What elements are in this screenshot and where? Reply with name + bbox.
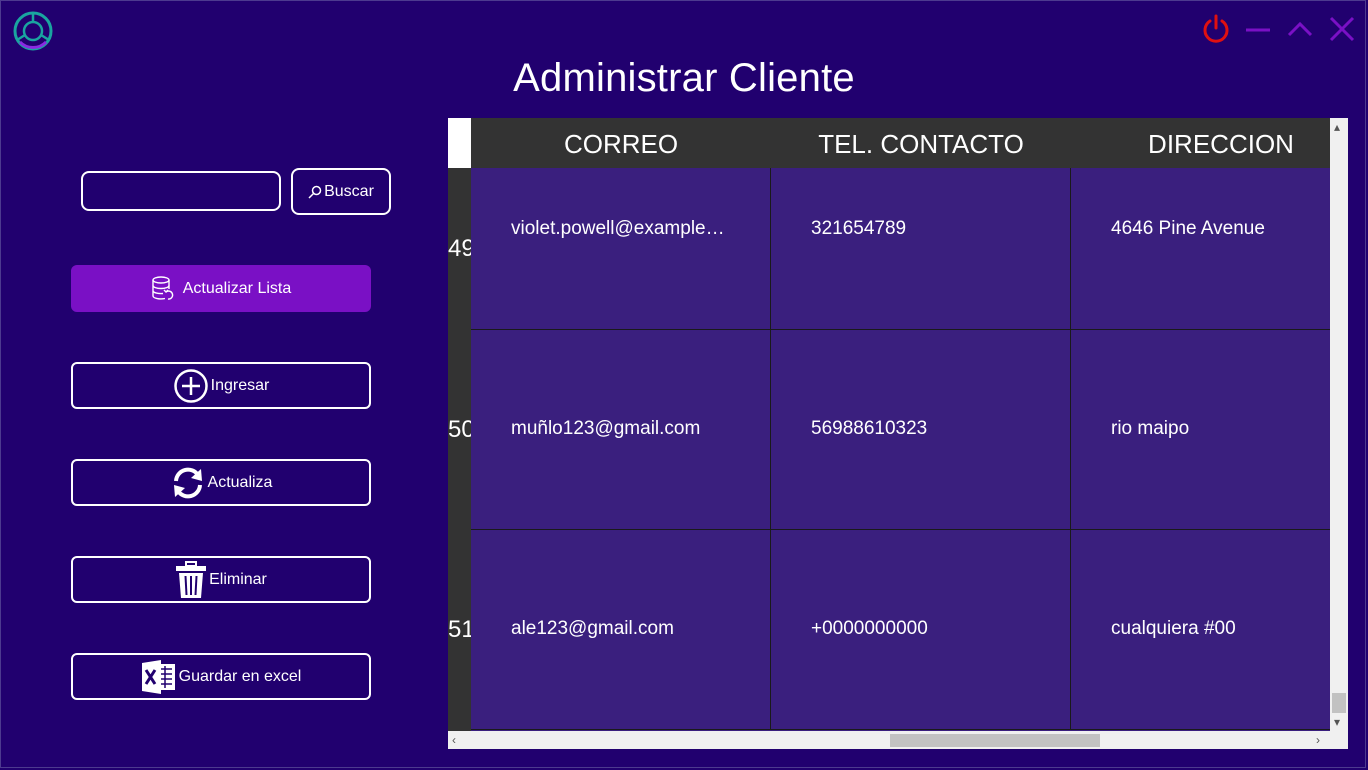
maximize-button[interactable] bbox=[1284, 12, 1316, 44]
clients-table: CORREO TEL. CONTACTO DIRECCION 49 50 51 viol… bbox=[448, 118, 1348, 749]
plus-circle-icon bbox=[173, 368, 208, 403]
refresh-list-button[interactable]: Actualizar Lista bbox=[71, 265, 371, 312]
scroll-down-icon[interactable]: ▾ bbox=[1334, 716, 1340, 728]
minimize-icon bbox=[1246, 28, 1270, 32]
row-header[interactable]: 49 bbox=[448, 235, 471, 263]
database-icon bbox=[152, 275, 174, 300]
refresh-list-label: Actualizar Lista bbox=[182, 279, 292, 297]
app-logo-icon bbox=[12, 10, 54, 52]
update-button[interactable]: Actualiza bbox=[71, 459, 371, 506]
vertical-scrollbar[interactable]: ▴ ▾ bbox=[1330, 118, 1348, 731]
excel-icon bbox=[141, 659, 175, 694]
page-title: Administrar Cliente bbox=[513, 56, 855, 100]
table-cell-text: 4646 Pine Avenue bbox=[1111, 218, 1265, 239]
sync-icon bbox=[173, 467, 202, 498]
scroll-right-icon[interactable]: › bbox=[1316, 734, 1320, 746]
table-cell-correo[interactable]: muñlo123@gmail.com bbox=[471, 330, 771, 530]
table-cell-text: cualquiera #00 bbox=[1111, 618, 1236, 639]
column-header[interactable]: DIRECCION bbox=[1071, 118, 1348, 168]
table-cell-telefono[interactable]: 321654789 bbox=[771, 168, 1071, 330]
search-input[interactable] bbox=[81, 171, 281, 211]
table-cell-text: 321654789 bbox=[811, 218, 907, 239]
save-excel-button[interactable]: Guardar en excel bbox=[71, 653, 371, 700]
table-cell-correo[interactable]: ale123@gmail.com bbox=[471, 530, 771, 730]
horizontal-scrollbar[interactable]: ‹ › bbox=[448, 731, 1330, 749]
add-button[interactable]: Ingresar bbox=[71, 362, 371, 409]
row-headers: 49 50 51 bbox=[448, 168, 471, 731]
table-cell-telefono[interactable]: 56988610323 bbox=[771, 330, 1071, 530]
table-cell-direccion[interactable]: 4646 Pine Avenue bbox=[1071, 168, 1330, 330]
add-button-label: Ingresar bbox=[210, 376, 270, 394]
column-header[interactable]: TEL. CONTACTO bbox=[771, 118, 1071, 168]
save-excel-label: Guardar en excel bbox=[178, 667, 302, 685]
delete-button[interactable]: Eliminar bbox=[71, 556, 371, 603]
close-button[interactable] bbox=[1326, 12, 1358, 44]
table-cell-text: 56988610323 bbox=[811, 418, 928, 439]
table-cell-direccion[interactable]: cualquiera #00 bbox=[1071, 530, 1330, 730]
update-button-label: Actualiza bbox=[207, 473, 273, 491]
maximize-icon bbox=[1287, 21, 1313, 37]
table-cell-direccion[interactable]: rio maipo bbox=[1071, 330, 1330, 530]
table-cell-text: muñlo123@gmail.com bbox=[511, 418, 701, 439]
delete-button-label: Eliminar bbox=[209, 570, 267, 588]
search-button[interactable]: Buscar bbox=[291, 168, 391, 215]
window-controls bbox=[1200, 12, 1358, 44]
close-icon bbox=[1329, 16, 1355, 42]
table-cell-text: rio maipo bbox=[1111, 418, 1190, 439]
search-icon bbox=[308, 185, 322, 199]
table-cell-text: ale123@gmail.com bbox=[511, 618, 674, 639]
row-header[interactable]: 50 bbox=[448, 416, 471, 444]
minimize-button[interactable] bbox=[1242, 12, 1274, 44]
scroll-corner bbox=[1330, 731, 1348, 749]
column-header[interactable]: CORREO bbox=[471, 118, 771, 168]
scroll-left-icon[interactable]: ‹ bbox=[452, 734, 456, 746]
trash-icon bbox=[176, 560, 207, 598]
table-cell-telefono[interactable]: +0000000000 bbox=[771, 530, 1071, 730]
table-cell-correo[interactable]: violet.powell@example.com bbox=[471, 168, 771, 330]
scroll-up-icon[interactable]: ▴ bbox=[1334, 121, 1340, 133]
table-header: CORREO TEL. CONTACTO DIRECCION bbox=[471, 118, 1330, 168]
table-corner bbox=[448, 118, 471, 168]
horizontal-scroll-thumb[interactable] bbox=[890, 734, 1100, 747]
power-button[interactable] bbox=[1200, 12, 1232, 44]
table-cell-text: +0000000000 bbox=[811, 618, 928, 639]
power-icon bbox=[1203, 14, 1229, 43]
table-body: violet.powell@example.com 321654789 4646 P… bbox=[471, 168, 1330, 731]
table-cell-text: violet.powell@example.com bbox=[511, 218, 726, 239]
search-button-label: Buscar bbox=[324, 182, 374, 200]
vertical-scroll-thumb[interactable] bbox=[1332, 693, 1346, 713]
row-header[interactable]: 51 bbox=[448, 616, 471, 644]
